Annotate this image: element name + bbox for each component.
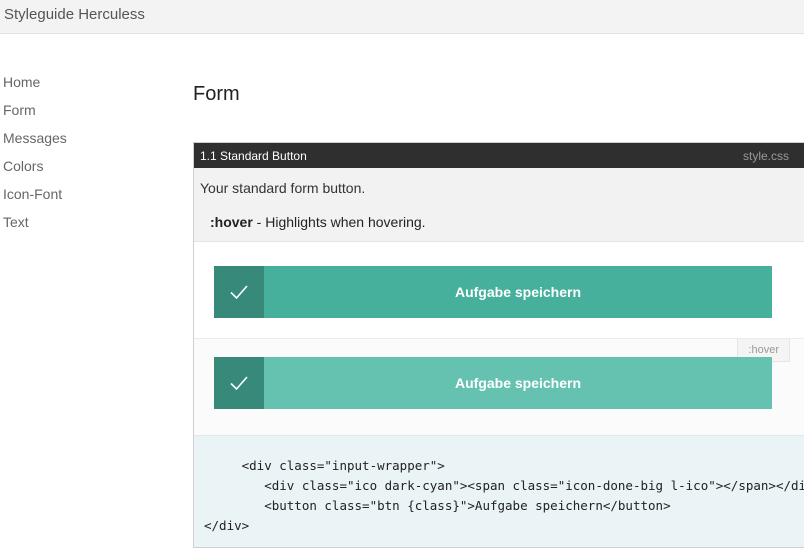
section-description: Your standard form button. :hover - High… [194, 168, 804, 242]
modifier-description: - Highlights when hovering. [252, 214, 426, 230]
check-icon [230, 285, 248, 300]
top-bar: Styleguide Herculess [0, 0, 804, 34]
save-button[interactable]: Aufgabe speichern [264, 266, 772, 318]
section-title: 1.1 Standard Button [200, 149, 307, 163]
source-filename: style.css [742, 149, 789, 163]
sidebar-nav: Home Form Messages Colors Icon-Font Text [3, 68, 67, 236]
ico-box [214, 266, 264, 318]
sidebar-item-colors[interactable]: Colors [3, 152, 67, 180]
input-wrapper: Aufgabe speichern [214, 357, 772, 409]
sidebar-item-home[interactable]: Home [3, 68, 67, 96]
check-icon [230, 376, 248, 391]
input-wrapper: Aufgabe speichern [214, 266, 772, 318]
example-hover: :hover Aufgabe speichern [194, 339, 804, 436]
modifier-name: :hover [210, 214, 253, 230]
sidebar-item-icon-font[interactable]: Icon-Font [3, 180, 67, 208]
description-text: Your standard form button. [200, 180, 366, 196]
modifier-entry: :hover - Highlights when hovering. [210, 214, 426, 230]
sidebar-item-text[interactable]: Text [3, 208, 67, 236]
example-default: Aufgabe speichern [194, 242, 804, 339]
page-title: Form [193, 83, 240, 106]
code-text: <div class="input-wrapper"> <div class="… [204, 458, 804, 533]
sidebar-item-messages[interactable]: Messages [3, 124, 67, 152]
code-sample: <div class="input-wrapper"> <div class="… [194, 435, 804, 547]
section-header: 1.1 Standard Button style.css [194, 143, 804, 168]
ico-box [214, 357, 264, 409]
sidebar-item-form[interactable]: Form [3, 96, 67, 124]
styleguide-section: 1.1 Standard Button style.css Your stand… [193, 142, 804, 548]
brand-title[interactable]: Styleguide Herculess [4, 6, 145, 23]
save-button-hover[interactable]: Aufgabe speichern [264, 357, 772, 409]
